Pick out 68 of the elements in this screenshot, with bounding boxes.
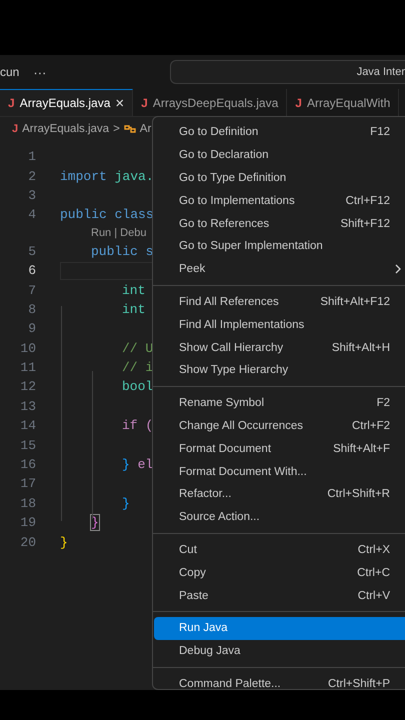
menu-item[interactable]: Cut Ctrl+X bbox=[154, 538, 405, 562]
breadcrumb-separator: > bbox=[113, 123, 120, 135]
line-number: 6 bbox=[27, 263, 36, 278]
java-file-icon: J bbox=[295, 96, 302, 110]
java-file-icon: J bbox=[12, 123, 18, 135]
menu-item[interactable]: Run Java bbox=[154, 616, 405, 640]
codelens-link[interactable]: Run | Debu bbox=[91, 227, 146, 240]
menu-item[interactable]: Change All Occurrences Ctrl+F2 bbox=[154, 414, 405, 438]
code-line: if ( bbox=[122, 418, 154, 434]
code-line: int bbox=[122, 282, 146, 298]
menu-item[interactable]: Command Palette... Ctrl+Shift+P bbox=[154, 672, 405, 696]
menu-item[interactable]: Format Document With... bbox=[154, 460, 405, 483]
breadcrumb-item[interactable]: Ar bbox=[140, 123, 152, 135]
menu-item[interactable]: Paste Ctrl+V bbox=[154, 584, 405, 607]
line-number: 12 bbox=[19, 379, 36, 394]
line-number: 7 bbox=[27, 282, 36, 298]
java-file-icon: J bbox=[8, 96, 15, 110]
menu-item[interactable]: Go to Type Definition bbox=[154, 166, 405, 190]
code-line: } el bbox=[122, 457, 154, 472]
menu-item[interactable]: Refactor... Ctrl+Shift+R bbox=[154, 482, 405, 506]
menu-item[interactable]: Format Document Shift+Alt+F bbox=[154, 437, 405, 460]
code-line: bool bbox=[122, 379, 154, 394]
line-number: 10 bbox=[19, 340, 36, 356]
line-number: 20 bbox=[19, 534, 36, 550]
line-number: 13 bbox=[19, 398, 36, 414]
line-number: 18 bbox=[19, 496, 36, 511]
line-number: 14 bbox=[19, 418, 36, 434]
menu-label[interactable]: cun bbox=[0, 65, 20, 79]
line-number: 9 bbox=[27, 321, 36, 336]
menu-item[interactable]: Go to Definition F12 bbox=[154, 121, 405, 144]
line-number: 16 bbox=[19, 457, 36, 472]
menu-item[interactable]: Peek bbox=[154, 258, 405, 281]
code-line: public s bbox=[91, 244, 154, 259]
menu-item[interactable]: Go to Super Implementation bbox=[154, 234, 405, 258]
close-icon[interactable]: × bbox=[115, 94, 124, 112]
line-number: 1 bbox=[27, 149, 36, 164]
menu-item[interactable]: Find All Implementations bbox=[154, 313, 405, 336]
line-number: 17 bbox=[19, 476, 36, 492]
line-number: 3 bbox=[27, 188, 36, 203]
breadcrumb-item[interactable]: ArrayEquals.java bbox=[22, 123, 110, 135]
line-number: 15 bbox=[19, 438, 36, 453]
code-line: import java. bbox=[60, 168, 154, 184]
menu-item[interactable]: Find All References Shift+Alt+F12 bbox=[154, 290, 405, 314]
line-number: 8 bbox=[27, 302, 36, 317]
line-number: 11 bbox=[19, 360, 36, 376]
menu-item[interactable]: Source Action... bbox=[154, 506, 405, 529]
code-line: } bbox=[60, 534, 68, 550]
more-button[interactable]: ··· bbox=[33, 64, 46, 80]
menu-item[interactable]: Show Type Hierarchy bbox=[154, 358, 405, 382]
line-number: 4 bbox=[27, 207, 36, 222]
menu-item[interactable]: Show Call Hierarchy Shift+Alt+H bbox=[154, 336, 405, 359]
line-number: 2 bbox=[27, 168, 36, 184]
menu-item[interactable]: Rename Symbol F2 bbox=[154, 392, 405, 415]
command-center[interactable]: Java Inter bbox=[170, 60, 405, 84]
editor-tab[interactable]: J ArrayEquals.java × bbox=[0, 89, 134, 116]
class-icon bbox=[124, 123, 136, 135]
menu-item[interactable]: Go to References Shift+F12 bbox=[154, 212, 405, 235]
code-line: public class bbox=[60, 207, 154, 222]
menu-item[interactable]: Copy Ctrl+C bbox=[154, 561, 405, 584]
line-number: 5 bbox=[27, 244, 36, 259]
java-file-icon: J bbox=[141, 96, 148, 110]
code-line: int bbox=[122, 302, 146, 317]
menu-item[interactable]: Go to Implementations Ctrl+F12 bbox=[154, 189, 405, 212]
menu-item[interactable]: Go to Declaration bbox=[154, 144, 405, 167]
menu-item[interactable]: Debug Java bbox=[154, 640, 405, 663]
line-number: 19 bbox=[19, 515, 36, 530]
code-line: // i bbox=[122, 360, 154, 376]
code-line: } bbox=[122, 496, 130, 511]
